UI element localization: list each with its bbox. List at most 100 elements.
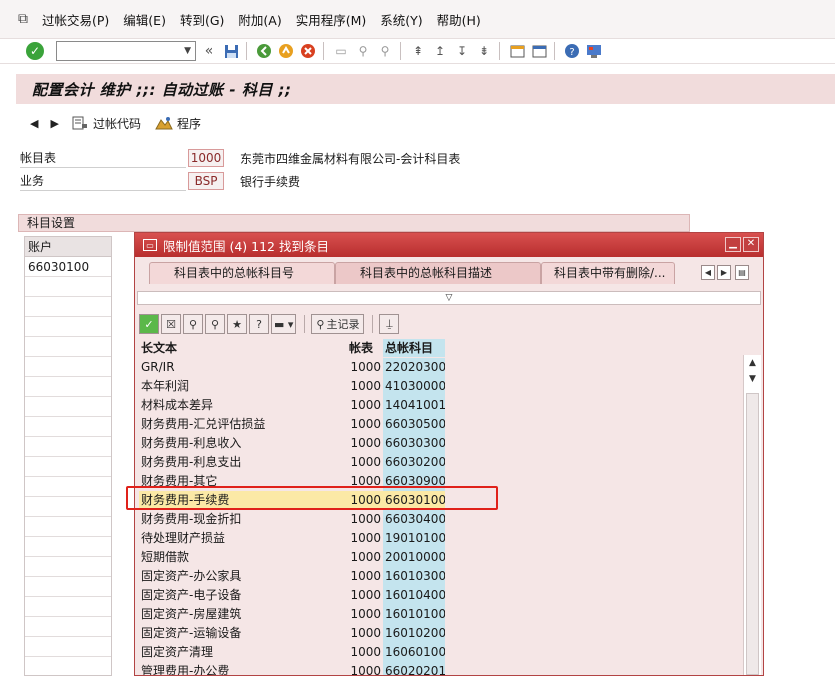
account-column-header[interactable]: 账户	[25, 237, 111, 257]
close-icon[interactable]: ✕	[743, 237, 759, 252]
next-arrow-icon[interactable]: ▶	[50, 117, 58, 130]
previous-arrow-icon[interactable]: ◀	[30, 117, 38, 130]
menu-posting[interactable]: 过帐交易(P)	[42, 10, 109, 29]
account-cell-empty[interactable]	[25, 637, 111, 657]
table-row[interactable]: 固定资产-办公家具 1000 16010300	[139, 567, 445, 586]
tab-label: 科目表中的总帐科目描述	[360, 266, 493, 280]
table-row[interactable]: 固定资产-电子设备 1000 16010400	[139, 586, 445, 605]
menu-help[interactable]: 帮助(H)	[437, 10, 481, 29]
save-icon[interactable]	[222, 42, 240, 60]
table-row[interactable]: 本年利润 1000 41030000	[139, 377, 445, 396]
menu-extras[interactable]: 附加(A)	[238, 10, 281, 29]
account-cell-empty[interactable]	[25, 417, 111, 437]
command-dropdown-icon[interactable]: ▼	[184, 46, 191, 56]
find-icon[interactable]: ⚲	[354, 42, 372, 60]
tab-list-icon[interactable]: ▤	[735, 265, 749, 280]
enter-check-icon[interactable]: ✓	[26, 42, 44, 60]
add-favorite-icon[interactable]: ★	[227, 314, 247, 334]
main-record-button[interactable]: ⚲ 主记录	[311, 314, 365, 334]
account-cell-empty[interactable]	[25, 537, 111, 557]
first-page-icon[interactable]: ⇞	[409, 42, 427, 60]
column-header-chart[interactable]: 帐表	[347, 339, 383, 357]
restrictions-toggle[interactable]: ▽	[137, 291, 761, 305]
table-row[interactable]: 管理费用-办公费 1000 66020201	[139, 662, 445, 675]
table-row[interactable]: 财务费用-汇兑评估损益 1000 66030500	[139, 415, 445, 434]
procedure-label: 程序	[176, 116, 201, 131]
table-row[interactable]: 财务费用-利息支出 1000 66030200	[139, 453, 445, 472]
close-list-icon[interactable]: ☒	[161, 314, 181, 334]
print-icon[interactable]: ▬ ▾	[271, 314, 297, 334]
tab-gl-with-deletion[interactable]: 科目表中带有删除/...	[541, 262, 675, 284]
pin-icon[interactable]: ⍊	[379, 314, 400, 334]
table-row[interactable]: 财务费用-现金折扣 1000 66030400	[139, 510, 445, 529]
vertical-scrollbar[interactable]: ▲ ▼	[743, 355, 761, 675]
customize-layout-icon[interactable]	[585, 42, 603, 60]
collapse-icon[interactable]: «	[200, 42, 218, 60]
scrollbar-thumb[interactable]	[746, 393, 759, 675]
next-page-icon[interactable]: ↧	[453, 42, 471, 60]
menu-utilities[interactable]: 实用程序(M)	[296, 10, 367, 29]
prev-page-icon[interactable]: ↥	[431, 42, 449, 60]
tab-gl-account-description[interactable]: 科目表中的总帐科目描述	[335, 262, 541, 284]
account-cell-empty[interactable]	[25, 517, 111, 537]
minimize-icon[interactable]: ▁	[725, 237, 741, 252]
menu-system[interactable]: 系统(Y)	[380, 10, 422, 29]
table-row[interactable]: 材料成本差异 1000 14041001	[139, 396, 445, 415]
table-row[interactable]: 财务费用-利息收入 1000 66030300	[139, 434, 445, 453]
account-cell-empty[interactable]	[25, 297, 111, 317]
last-page-icon[interactable]: ⇟	[475, 42, 493, 60]
back-icon[interactable]	[255, 42, 273, 60]
account-cell-empty[interactable]	[25, 577, 111, 597]
find-next-icon[interactable]: ⚲	[376, 42, 394, 60]
application-toolbar: ◀ ▶ 过帐代码 程序	[16, 104, 835, 142]
posting-key-button[interactable]: 过帐代码	[71, 115, 141, 132]
table-row[interactable]: 待处理财产损益 1000 19010100	[139, 529, 445, 548]
print-icon[interactable]: ▭	[332, 42, 350, 60]
account-settings-group: 科目设置	[18, 214, 690, 232]
account-cell-empty[interactable]	[25, 617, 111, 637]
page-title: 配置会计 维护 ;;: 自动过账 - 科目 ;;	[32, 80, 292, 99]
table-row[interactable]: GR/IR 1000 22020300	[139, 358, 445, 377]
find-icon[interactable]: ⚲	[183, 314, 203, 334]
account-cell-empty[interactable]	[25, 337, 111, 357]
information-icon[interactable]: ?	[249, 314, 269, 334]
gl-account-cell: 20010000	[383, 548, 445, 567]
tab-scroll-right-icon[interactable]: ▶	[717, 265, 731, 280]
account-cell-empty[interactable]	[25, 277, 111, 297]
account-cell-empty[interactable]	[25, 477, 111, 497]
table-row[interactable]: 固定资产-运输设备 1000 16010200	[139, 624, 445, 643]
account-cell-empty[interactable]	[25, 397, 111, 417]
scroll-down-icon[interactable]: ▼	[744, 371, 761, 387]
shortcut-icon[interactable]	[530, 42, 548, 60]
procedure-button[interactable]: 程序	[155, 115, 201, 132]
table-row[interactable]: 固定资产-房屋建筑 1000 16010100	[139, 605, 445, 624]
table-row[interactable]: 固定资产清理 1000 16060100	[139, 643, 445, 662]
account-cell-empty[interactable]	[25, 317, 111, 337]
account-cell-empty[interactable]	[25, 557, 111, 577]
tab-gl-account-number[interactable]: 科目表中的总帐科目号	[149, 262, 335, 284]
account-cell-empty[interactable]	[25, 377, 111, 397]
menu-edit[interactable]: 编辑(E)	[123, 10, 166, 29]
account-cell-empty[interactable]	[25, 457, 111, 477]
find-next-icon[interactable]: ⚲	[205, 314, 225, 334]
account-cell-empty[interactable]	[25, 497, 111, 517]
help-icon[interactable]: ?	[563, 42, 581, 60]
select-check-icon[interactable]: ✓	[139, 314, 159, 334]
menu-goto[interactable]: 转到(G)	[180, 10, 224, 29]
tab-scroll-left-icon[interactable]: ◀	[701, 265, 715, 280]
scroll-up-icon[interactable]: ▲	[744, 355, 761, 371]
new-session-icon[interactable]	[508, 42, 526, 60]
table-row[interactable]: 短期借款 1000 20010000	[139, 548, 445, 567]
system-menu-icon[interactable]: ⧉	[14, 10, 32, 28]
exit-icon[interactable]	[277, 42, 295, 60]
command-field[interactable]: ▼	[56, 41, 196, 61]
cancel-icon[interactable]	[299, 42, 317, 60]
column-header-gl-account[interactable]: 总帐科目	[383, 339, 445, 357]
dialog-title-bar[interactable]: ▭ 限制值范围 (4) 112 找到条目	[135, 233, 763, 257]
chart-cell: 1000	[350, 379, 381, 393]
column-header-long-text[interactable]: 长文本	[139, 339, 347, 357]
account-cell-empty[interactable]	[25, 357, 111, 377]
account-cell-empty[interactable]	[25, 597, 111, 617]
account-cell-empty[interactable]	[25, 437, 111, 457]
account-cell[interactable]: 66030100	[25, 257, 111, 277]
